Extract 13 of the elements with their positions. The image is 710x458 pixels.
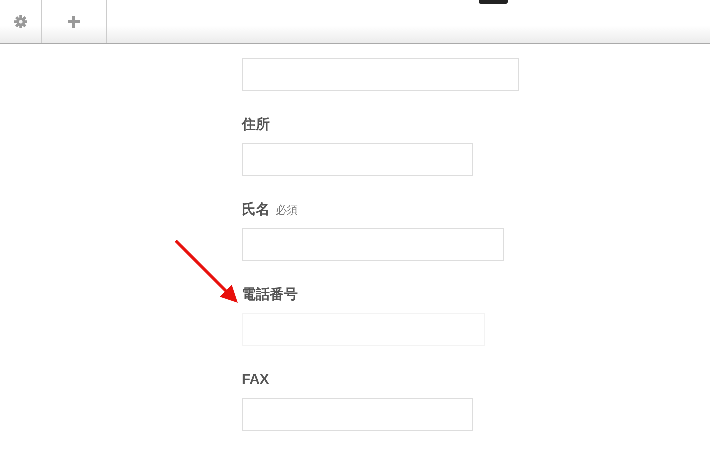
input-field[interactable] xyxy=(242,398,473,431)
settings-icon xyxy=(14,14,28,28)
annotation-arrow xyxy=(174,240,238,303)
handle-icon[interactable] xyxy=(479,0,508,4)
input-field[interactable] xyxy=(242,228,504,261)
field-label: 氏名 xyxy=(242,201,270,219)
input-field[interactable] xyxy=(242,58,519,91)
add-icon xyxy=(68,16,80,28)
field-label: FAX xyxy=(242,371,270,387)
field-label: 住所 xyxy=(242,116,270,134)
field-label: 電話番号 xyxy=(242,286,298,304)
required-note: 必須 xyxy=(276,204,298,218)
input-field[interactable] xyxy=(242,143,473,176)
